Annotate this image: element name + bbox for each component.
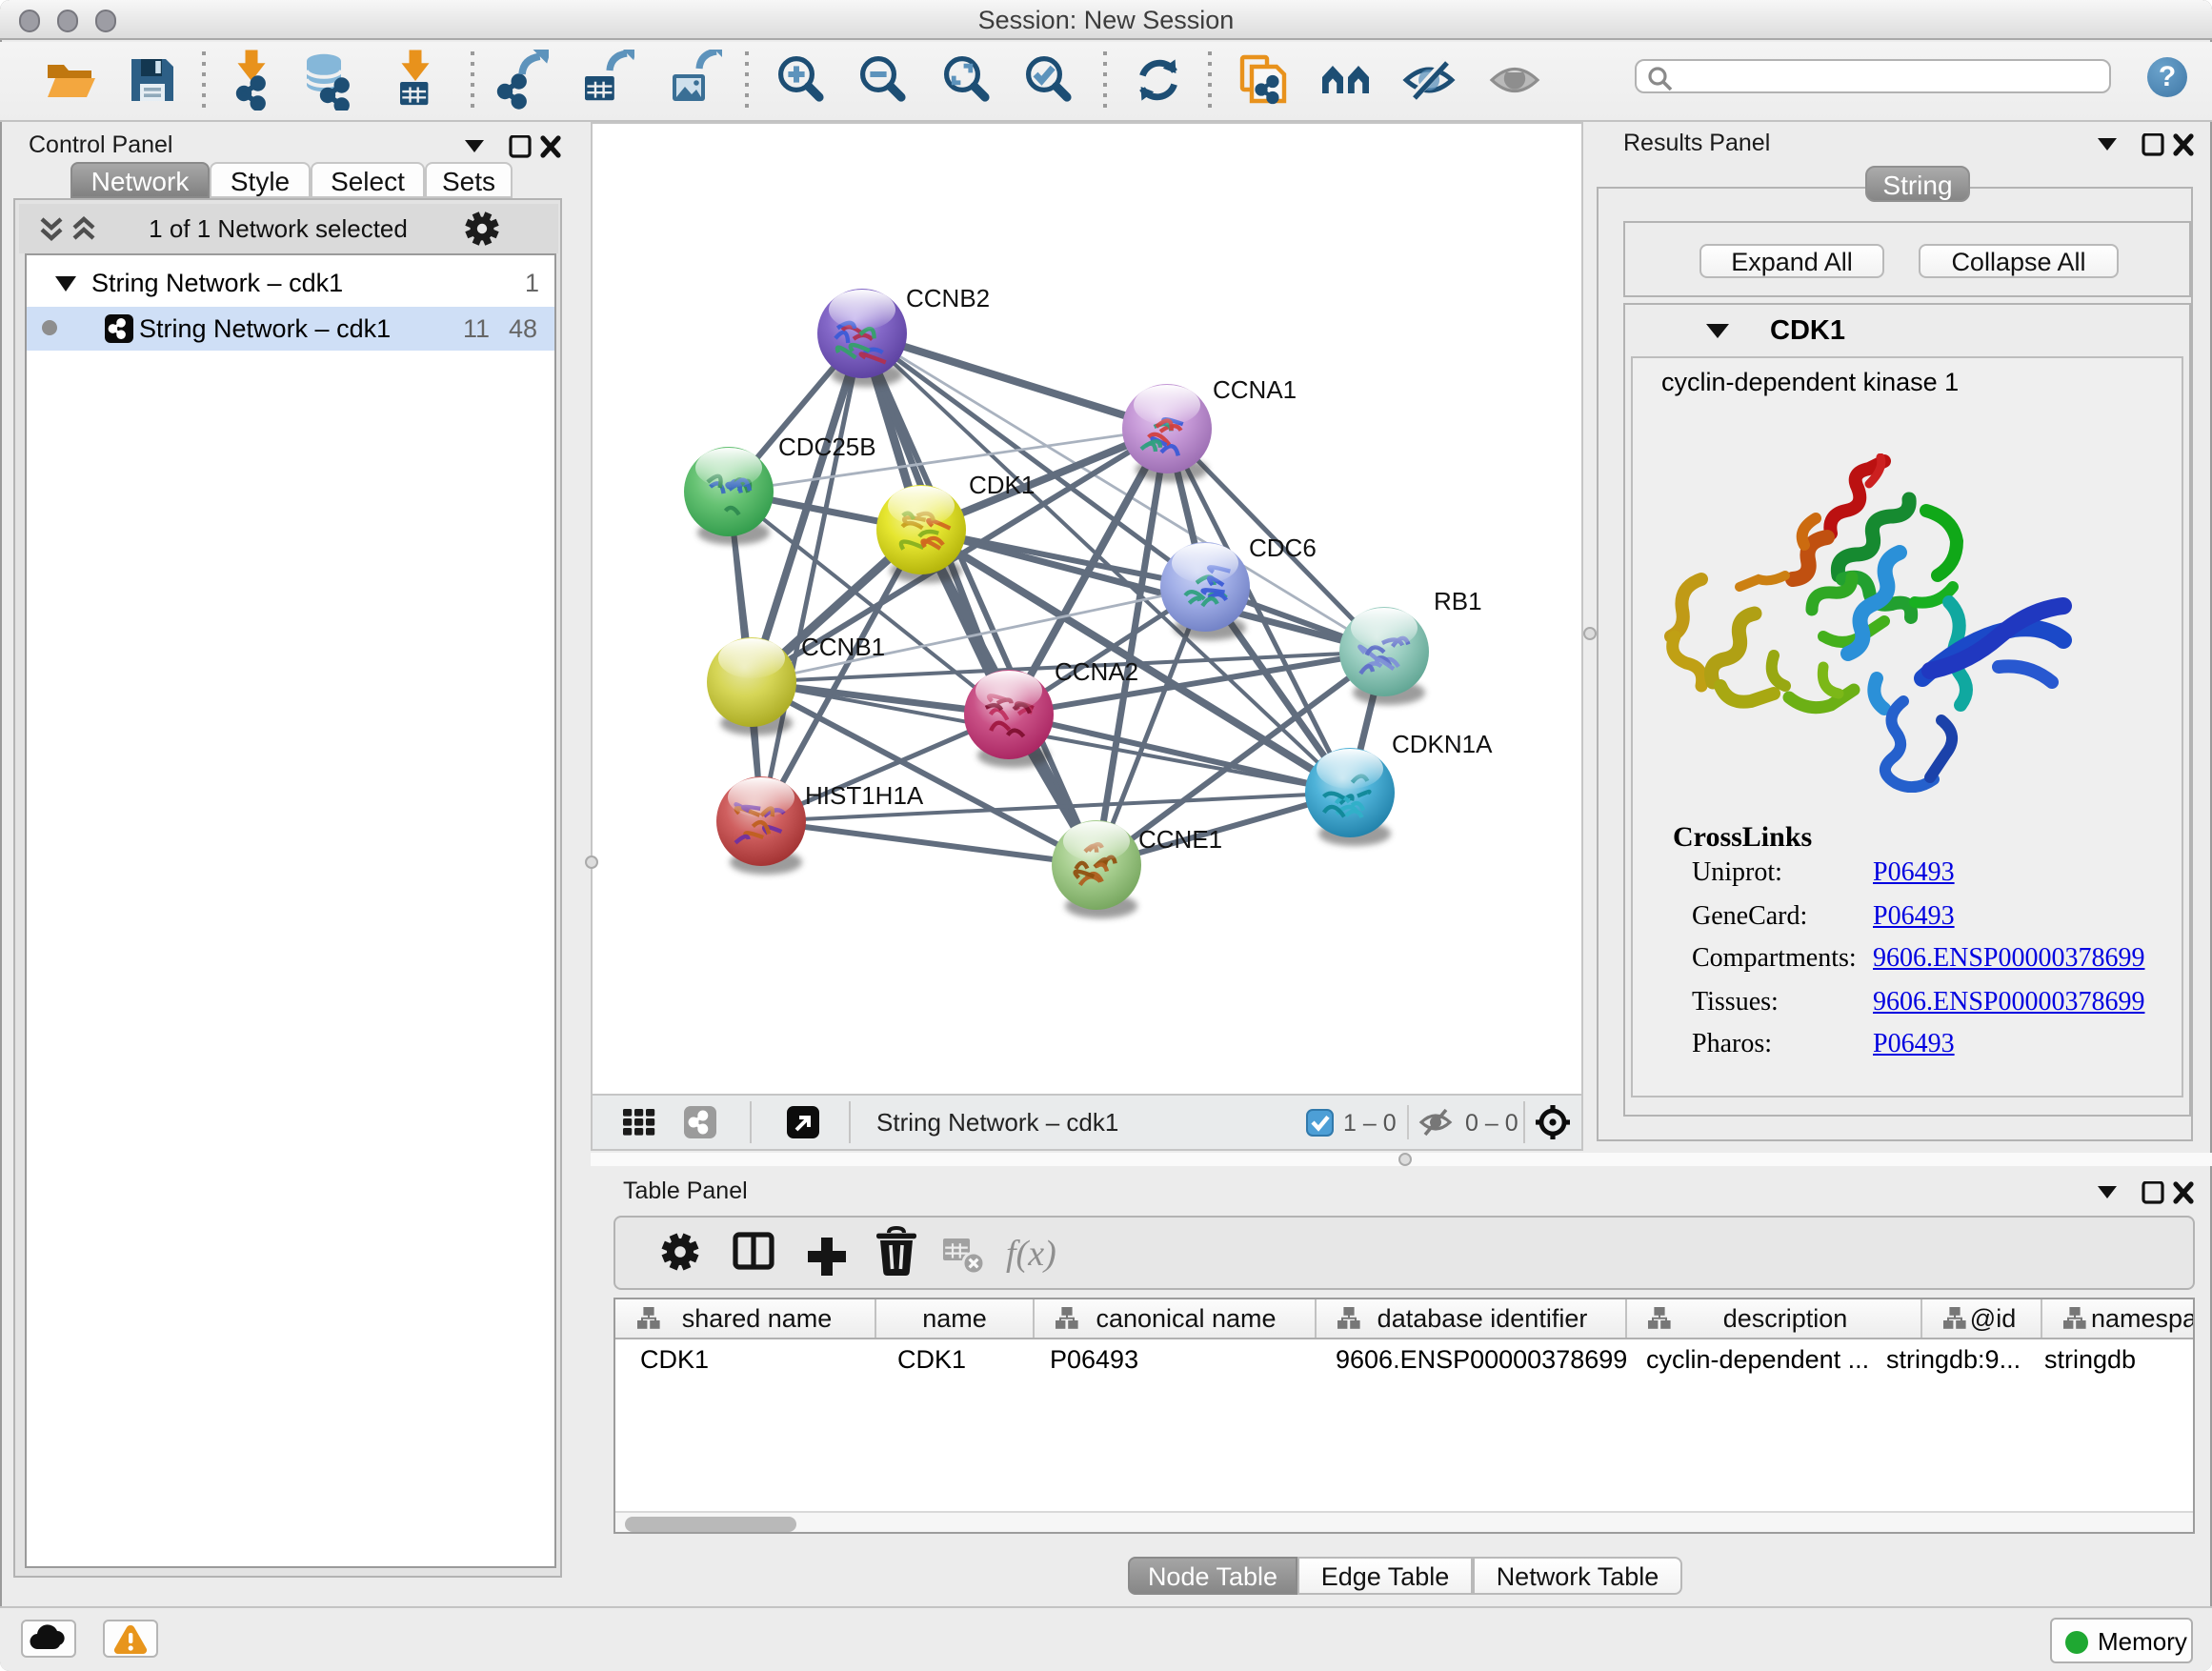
svg-text:f(x): f(x): [1005, 1234, 1056, 1274]
svg-text:@id: @id: [1969, 1304, 2015, 1333]
svg-text:1 – 0: 1 – 0: [1343, 1110, 1397, 1137]
svg-text:description: description: [1722, 1304, 1847, 1333]
svg-text:0 – 0: 0 – 0: [1465, 1110, 1518, 1137]
svg-text:CCNA1: CCNA1: [1213, 374, 1297, 403]
svg-text:name: name: [921, 1304, 986, 1333]
svg-text:1 of 1 Network selected: 1 of 1 Network selected: [149, 214, 408, 243]
svg-text:database identifier: database identifier: [1377, 1304, 1587, 1333]
svg-text:CDKN1A: CDKN1A: [1392, 729, 1493, 757]
svg-text:namespace: namespace: [2090, 1304, 2192, 1333]
svg-text:CCNB2: CCNB2: [906, 283, 990, 312]
svg-text:CCNB1: CCNB1: [801, 632, 885, 660]
svg-text:CDC25B: CDC25B: [778, 432, 876, 460]
svg-text:CCNE1: CCNE1: [1138, 824, 1222, 853]
svg-text:canonical name: canonical name: [1095, 1304, 1275, 1333]
svg-text:RB1: RB1: [1434, 586, 1482, 614]
svg-text:CDK1: CDK1: [969, 470, 1035, 498]
svg-text:shared name: shared name: [681, 1304, 832, 1333]
svg-text:HIST1H1A: HIST1H1A: [805, 780, 924, 809]
svg-text:CDC6: CDC6: [1249, 533, 1317, 561]
svg-text:String Network – cdk1: String Network – cdk1: [876, 1108, 1118, 1137]
svg-text:CCNA2: CCNA2: [1055, 656, 1138, 685]
